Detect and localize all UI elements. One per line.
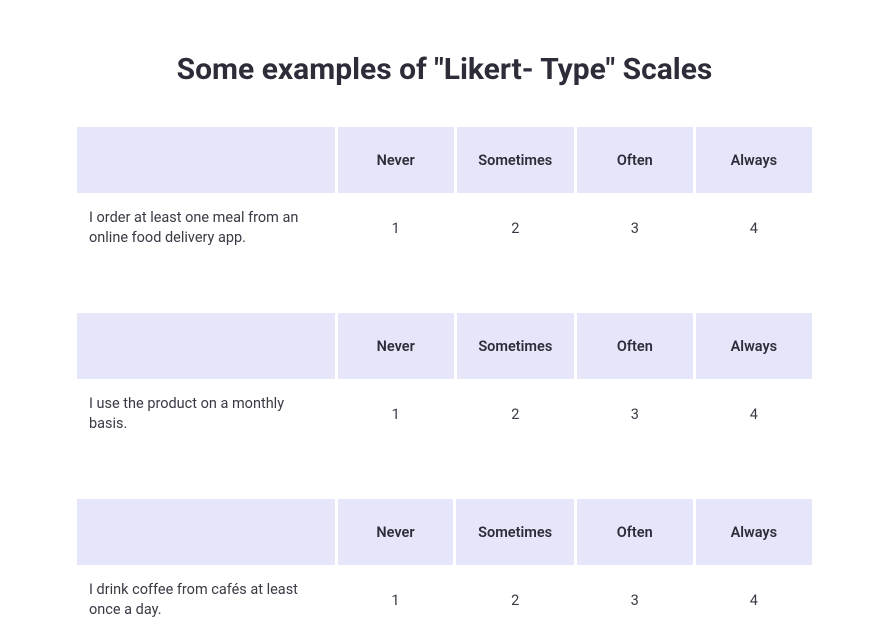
value-never: 1 [338, 193, 454, 263]
value-often: 3 [577, 193, 693, 263]
page-title: Some examples of "Likert- Type" Scales [0, 0, 889, 127]
table-row: I order at least one meal from an online… [77, 193, 812, 263]
tables-container: Never Sometimes Often Always I order at … [0, 127, 889, 635]
table-header-row: Never Sometimes Often Always [77, 127, 812, 193]
value-always: 4 [696, 193, 812, 263]
header-never: Never [338, 127, 454, 193]
value-always: 4 [696, 379, 812, 449]
header-often: Often [577, 499, 693, 565]
table-header-row: Never Sometimes Often Always [77, 499, 812, 565]
value-sometimes: 2 [457, 193, 574, 263]
value-sometimes: 2 [456, 565, 573, 635]
header-sometimes: Sometimes [456, 499, 573, 565]
likert-table-3: Never Sometimes Often Always I drink cof… [74, 499, 815, 635]
table-row: I drink coffee from cafés at least once … [77, 565, 812, 635]
header-sometimes: Sometimes [457, 313, 574, 379]
value-never: 1 [338, 379, 454, 449]
likert-table-1: Never Sometimes Often Always I order at … [74, 127, 815, 263]
header-always: Always [696, 499, 812, 565]
table-row: I use the product on a monthly basis. 1 … [77, 379, 812, 449]
value-often: 3 [577, 379, 693, 449]
value-never: 1 [338, 565, 454, 635]
statement-cell: I drink coffee from cafés at least once … [77, 565, 335, 635]
likert-table-2: Never Sometimes Often Always I use the p… [74, 313, 815, 449]
statement-cell: I order at least one meal from an online… [77, 193, 335, 263]
header-often: Often [577, 313, 693, 379]
header-always: Always [696, 127, 812, 193]
value-always: 4 [696, 565, 812, 635]
header-empty [77, 313, 335, 379]
value-sometimes: 2 [457, 379, 574, 449]
header-always: Always [696, 313, 812, 379]
header-empty [77, 127, 335, 193]
header-sometimes: Sometimes [457, 127, 574, 193]
table-header-row: Never Sometimes Often Always [77, 313, 812, 379]
header-never: Never [338, 499, 454, 565]
statement-cell: I use the product on a monthly basis. [77, 379, 335, 449]
header-often: Often [577, 127, 693, 193]
header-empty [77, 499, 335, 565]
value-often: 3 [577, 565, 693, 635]
header-never: Never [338, 313, 454, 379]
